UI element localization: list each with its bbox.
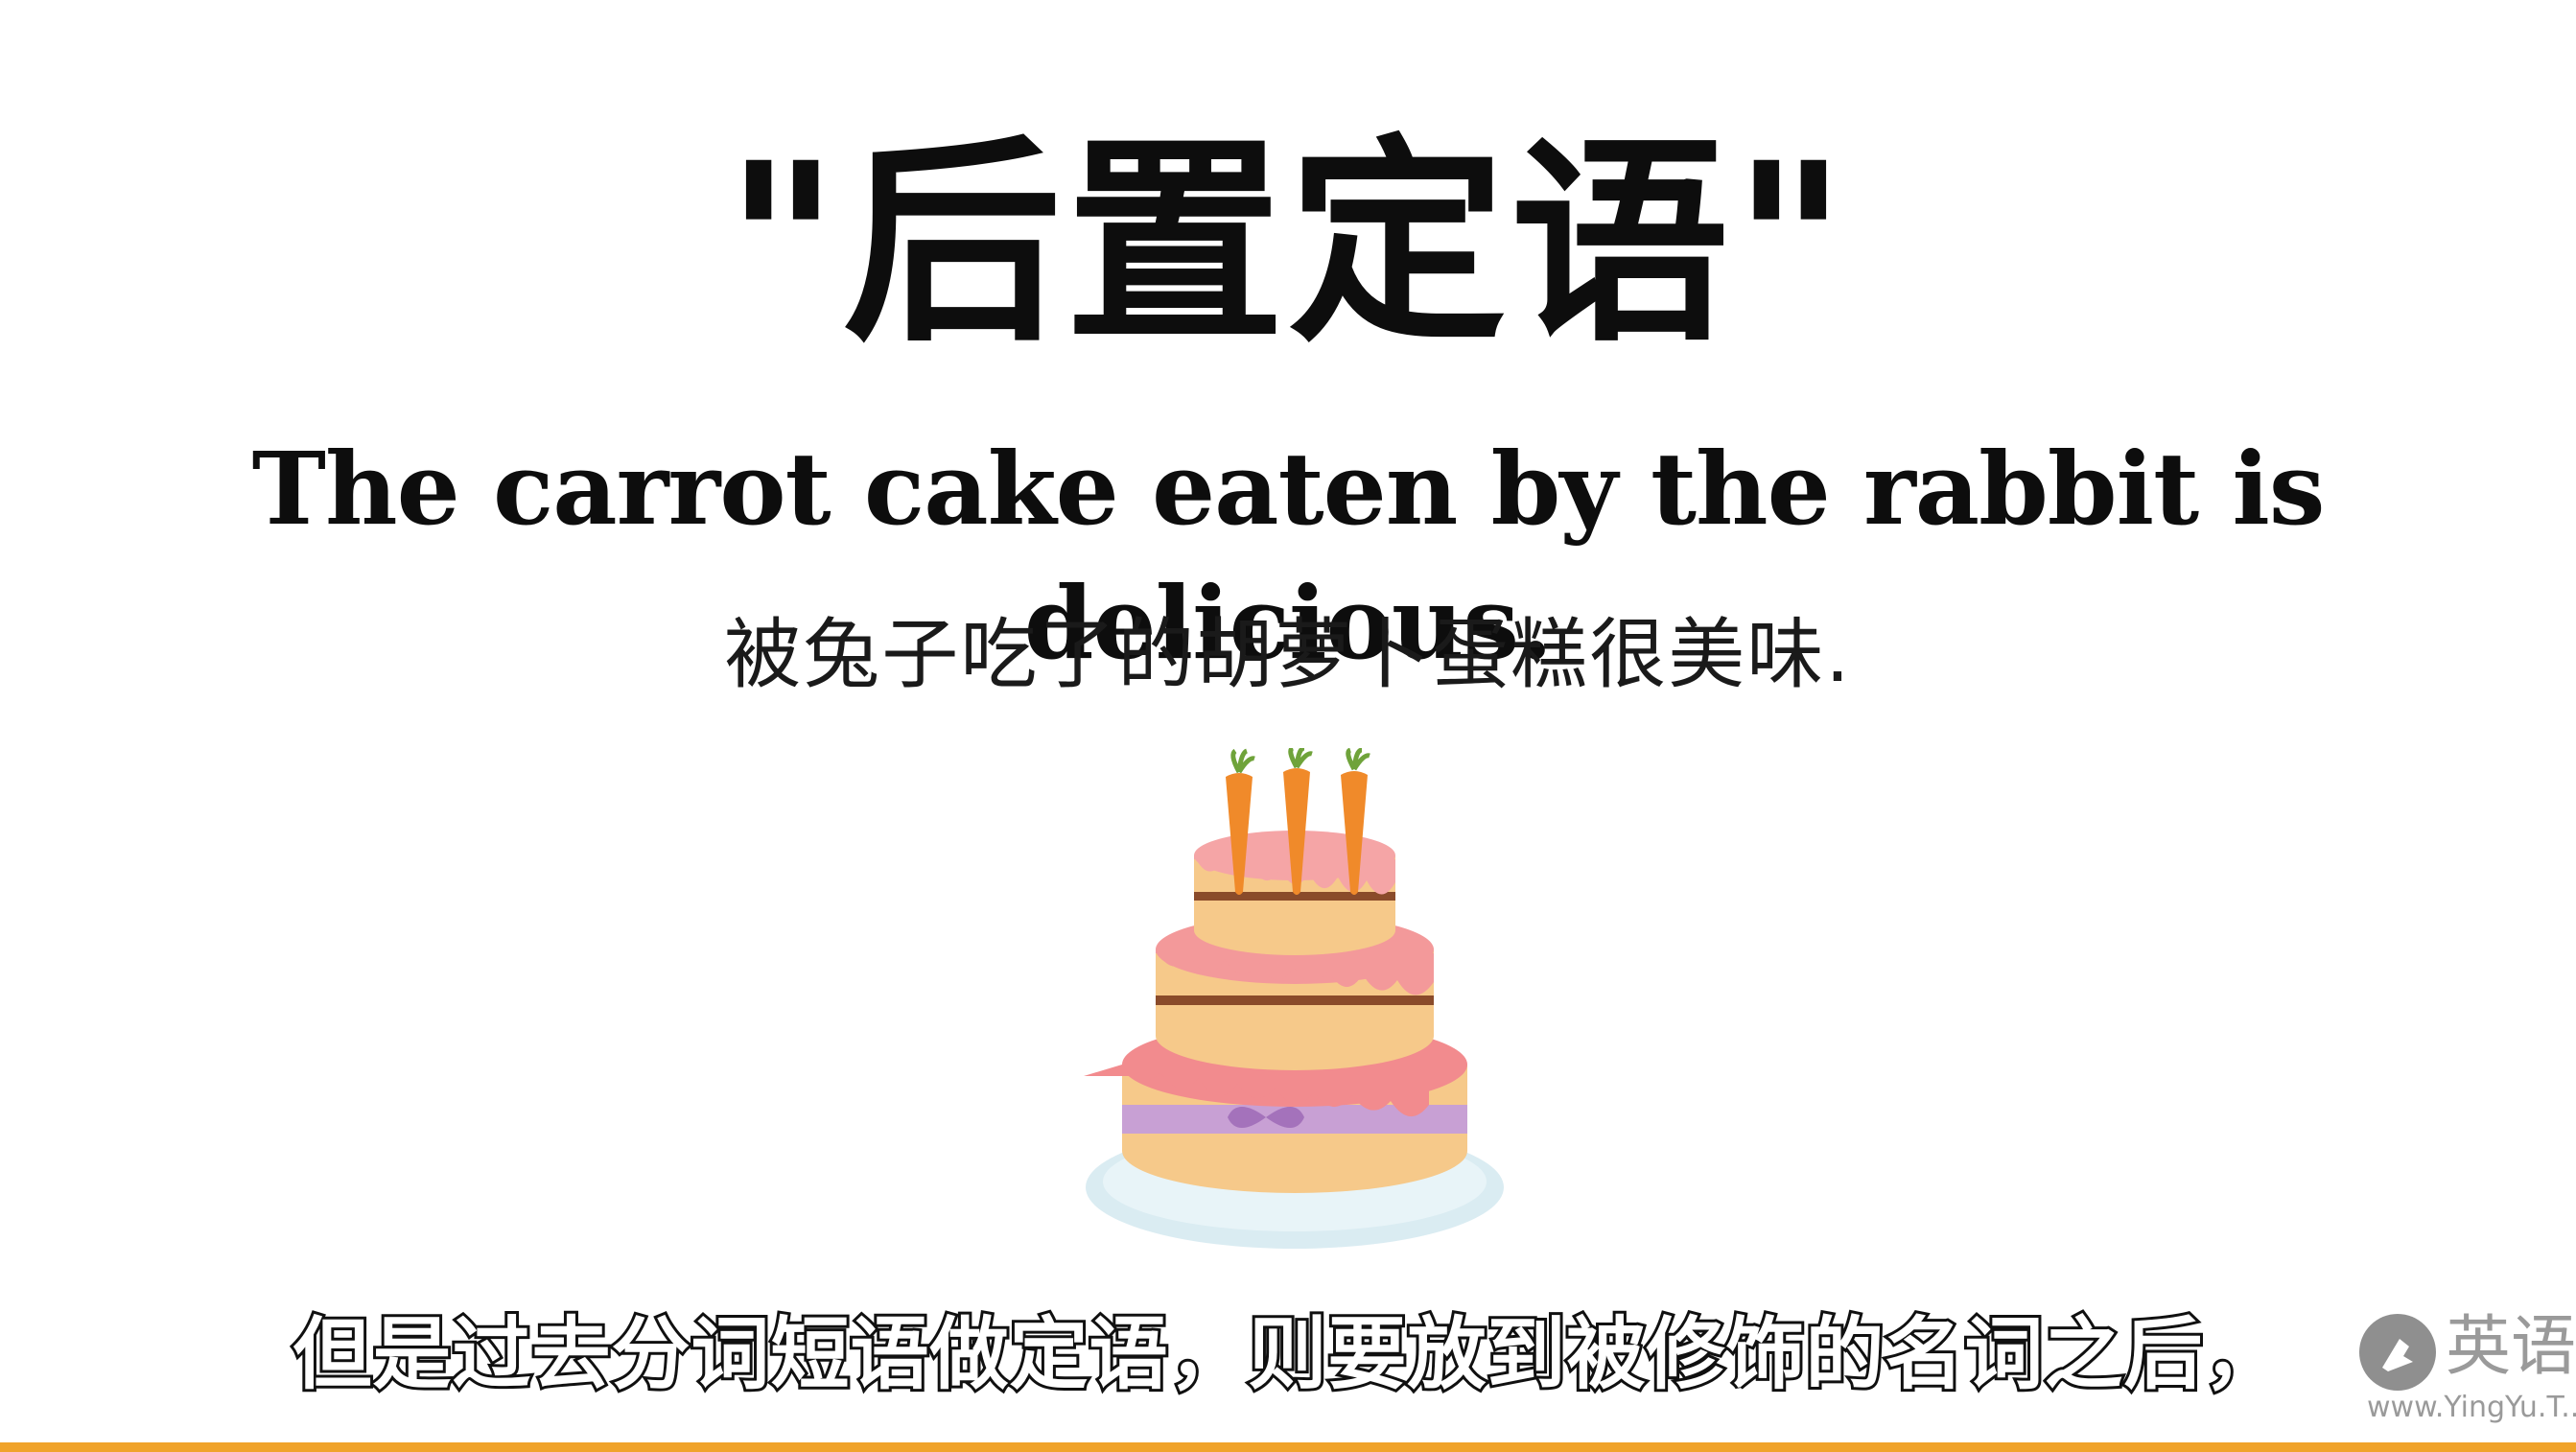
video-subtitle: 但是过去分词短语做定语，则要放到被修饰的名词之后， [290,1306,2284,1403]
progress-bar-accent [0,1442,2576,1452]
sentence-translation: 被兔子吃了的胡萝卜蛋糕很美味. [724,610,1852,699]
video-slide: "后置定语" The carrot cake eaten by the rabb… [0,0,2576,1452]
slide-title: "后置定语" [725,114,1851,371]
channel-logo-icon [2359,1314,2436,1391]
channel-watermark: 英语 www.YingYu.T... [2357,1304,2576,1429]
carrot-cake-illustration [1084,748,1504,1249]
watermark-url: www.YingYu.T... [2367,1391,2576,1424]
watermark-brand: 英语 [2446,1309,2576,1385]
